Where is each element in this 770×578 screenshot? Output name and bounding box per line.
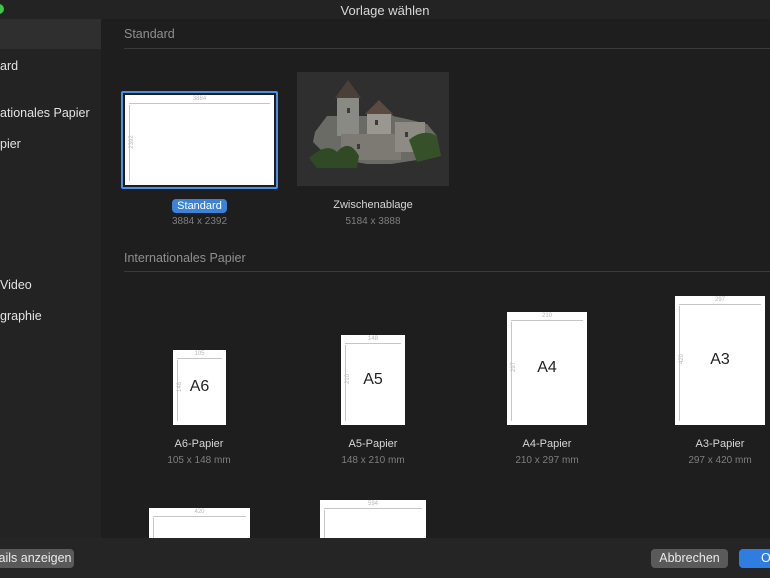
width-dimension-line [153, 516, 246, 517]
dialog-footer: ails anzeigen Abbrechen O [0, 538, 770, 578]
width-dimension-line [511, 320, 583, 321]
section-divider [124, 48, 770, 49]
section-title-standard: Standard [124, 27, 175, 41]
sidebar-item-photography[interactable]: graphie [0, 302, 101, 332]
section-title-international: Internationales Papier [124, 251, 246, 265]
width-dimension-label: 594 [367, 501, 378, 507]
sidebar: ard ationales Papier pier Video graphie [0, 19, 101, 538]
width-dimension-line [324, 508, 422, 509]
template-a5[interactable]: 148 210 A5 [341, 335, 405, 425]
show-details-button[interactable]: ails anzeigen [0, 549, 74, 568]
sidebar-item-all[interactable] [0, 19, 101, 49]
sidebar-item-standard[interactable]: ard [0, 52, 101, 82]
template-label: A3-Papier [695, 438, 745, 450]
paper-size-code: A5 [363, 371, 383, 388]
sidebar-item-international-paper[interactable]: ationales Papier [0, 99, 101, 129]
width-dimension-label: 420 [194, 509, 205, 515]
template-size: 210 x 297 mm [515, 455, 579, 466]
template-label: A4-Papier [522, 438, 572, 450]
sidebar-item-label: ard [0, 59, 19, 73]
selected-label-pill: Standard [172, 199, 227, 213]
template-size: 3884 x 2392 [171, 216, 228, 227]
template-standard[interactable]: 3884 2392 [121, 91, 278, 189]
template-label: Standard [122, 199, 277, 213]
template-a1[interactable]: 594 [320, 500, 426, 538]
sidebar-item-label: Video [0, 278, 32, 292]
height-dimension-line [324, 510, 325, 538]
height-dimension-label: 2392 [129, 135, 135, 149]
template-size: 5184 x 3888 [345, 216, 401, 227]
paper-size-code: A3 [710, 351, 730, 368]
sidebar-item-label: ationales Papier [0, 106, 90, 120]
template-label: A6-Papier [174, 438, 224, 450]
paper-size-code: A4 [537, 359, 557, 376]
width-dimension-line [345, 343, 401, 344]
paper-preview: 3884 2392 [125, 95, 274, 185]
sidebar-item-label: pier [0, 137, 21, 151]
template-label: A5-Papier [348, 438, 398, 450]
template-a6[interactable]: 105 148 A6 [173, 350, 226, 425]
template-a4[interactable]: 210 297 A4 [507, 312, 587, 425]
section-divider [124, 271, 770, 272]
paper-size-code: A6 [189, 378, 210, 395]
template-gallery: Standard 3884 2392 Standard 3884 x 2392 [101, 19, 770, 538]
width-dimension-label: 210 [541, 313, 552, 319]
template-clipboard-image[interactable] [297, 72, 449, 186]
width-dimension-label: 3884 [192, 96, 207, 102]
cancel-button[interactable]: Abbrechen [651, 549, 728, 568]
template-a3[interactable]: 297 420 A3 [675, 296, 765, 425]
window-title: Vorlage wählen [340, 3, 430, 18]
template-size: 148 x 210 mm [341, 455, 405, 466]
template-size: 105 x 148 mm [167, 455, 231, 466]
template-a2[interactable]: 420 [149, 508, 250, 538]
width-dimension-line [129, 103, 270, 104]
width-dimension-line [679, 304, 761, 305]
width-dimension-label: 105 [194, 351, 205, 357]
sidebar-item-video[interactable]: Video [0, 271, 101, 301]
width-dimension-label: 297 [714, 297, 725, 303]
width-dimension-label: 148 [367, 336, 378, 342]
width-dimension-line [177, 358, 222, 359]
ok-button[interactable]: O [739, 549, 770, 568]
template-size: 297 x 420 mm [688, 455, 752, 466]
castle-photo-icon [297, 72, 449, 186]
template-label: Zwischenablage [333, 199, 413, 211]
sidebar-item-paper[interactable]: pier [0, 130, 101, 160]
height-dimension-line [153, 518, 154, 538]
sidebar-item-label: graphie [0, 309, 42, 323]
